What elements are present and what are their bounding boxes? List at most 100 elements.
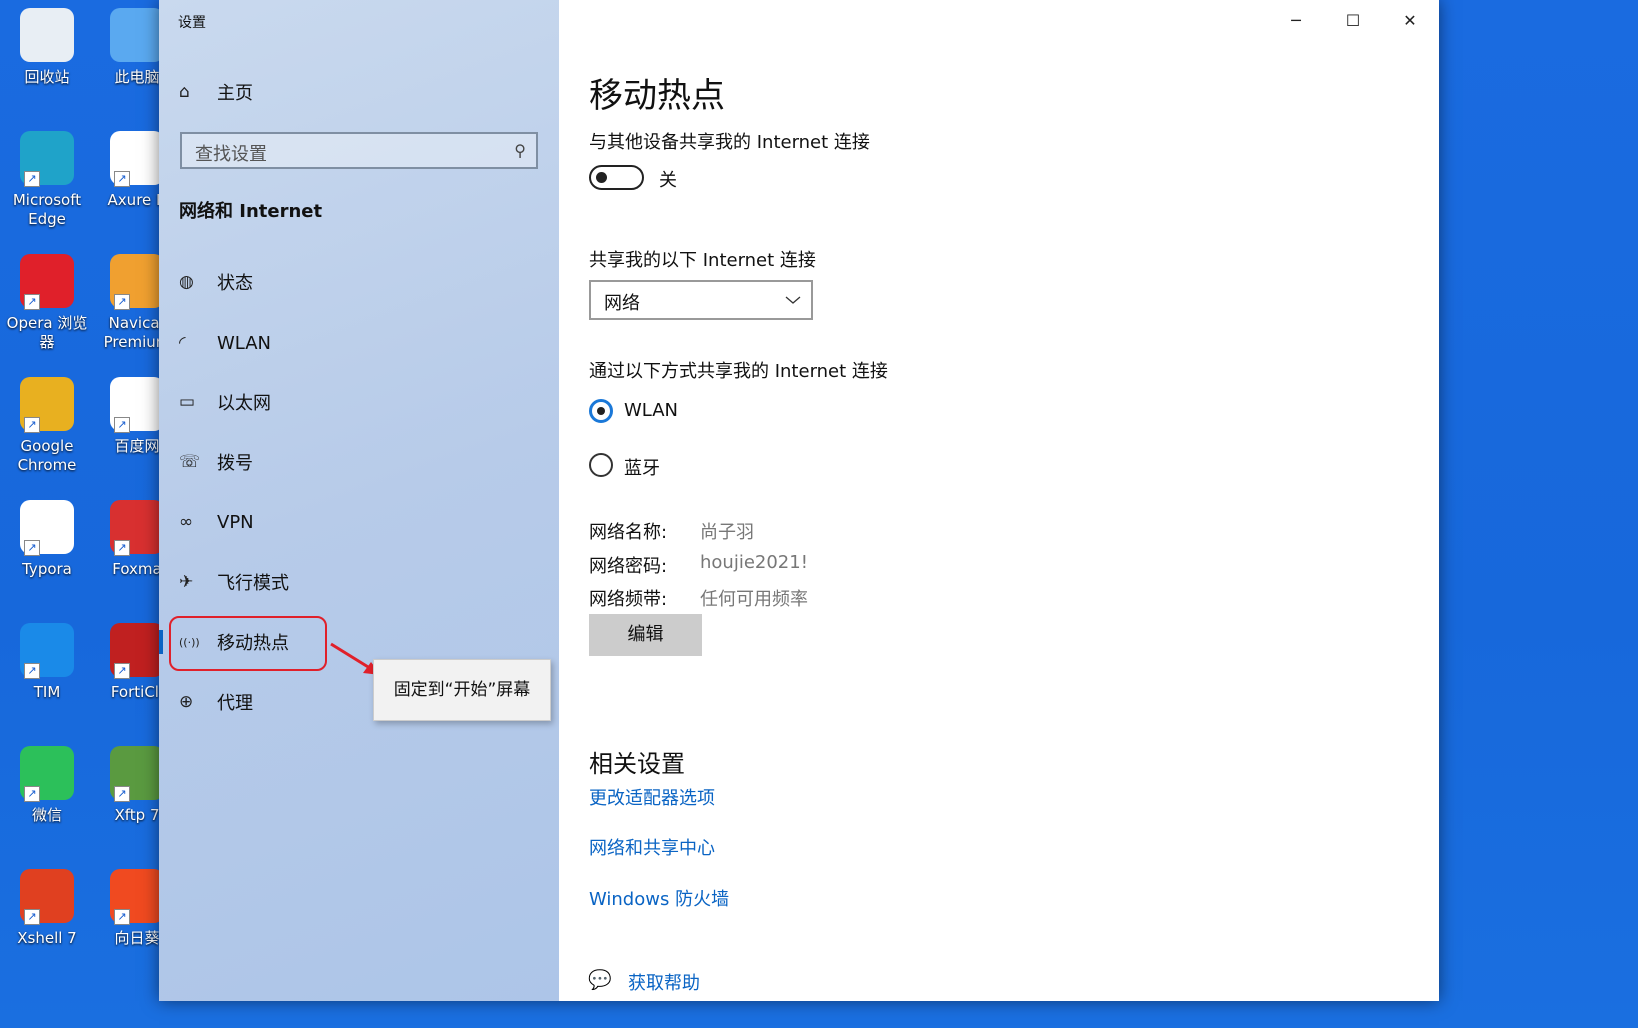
app-icon: ↗ (110, 623, 164, 679)
shortcut-arrow-icon: ↗ (114, 171, 130, 187)
dialup-icon: ☏ (179, 452, 201, 472)
shortcut-arrow-icon: ↗ (24, 417, 40, 433)
sidebar-item-label: 以太网 (217, 393, 271, 414)
edit-button[interactable]: 编辑 (589, 614, 702, 656)
app-icon: ↗ (20, 377, 74, 433)
help-chat-icon: 💬 (588, 969, 612, 991)
shortcut-arrow-icon: ↗ (24, 909, 40, 925)
radio-unchecked-icon[interactable] (589, 453, 613, 477)
sidebar-item[interactable]: ▭ 以太网 (169, 376, 549, 428)
desktop-icon-label: Opera 浏览器 (6, 314, 88, 351)
sidebar-item-label: VPN (217, 511, 254, 533)
desktop-icon[interactable]: 回收站 (2, 8, 92, 87)
desktop-icon[interactable]: ↗ Typora (2, 500, 92, 579)
dropdown-value: 网络 (604, 293, 640, 314)
link-network-sharing-center[interactable]: 网络和共享中心 (589, 834, 715, 860)
sidebar-item[interactable]: ∞ VPN (169, 496, 549, 548)
sidebar-item-label: 拨号 (217, 453, 253, 474)
shortcut-arrow-icon: ↗ (114, 417, 130, 433)
ethernet-icon: ▭ (179, 392, 196, 412)
close-button[interactable]: ✕ (1387, 6, 1433, 36)
shortcut-arrow-icon: ↗ (114, 909, 130, 925)
link-adapter-options[interactable]: 更改适配器选项 (589, 784, 715, 810)
desktop-icon-label: Xshell 7 (17, 929, 77, 947)
page-title: 移动热点 (589, 76, 725, 116)
search-placeholder: 查找设置 (195, 144, 267, 165)
source-dropdown[interactable]: 网络 (589, 280, 813, 320)
wifi-icon: ◜ (179, 333, 186, 353)
desktop-icon[interactable]: ↗ 微信 (2, 746, 92, 825)
related-settings-title: 相关设置 (589, 750, 685, 778)
home-icon: ⌂ (179, 82, 190, 102)
share-toggle[interactable] (589, 165, 644, 190)
toggle-state: 关 (659, 170, 677, 191)
maximize-button[interactable]: ☐ (1330, 6, 1376, 36)
search-input[interactable]: 查找设置 ⚲ (180, 132, 538, 169)
sidebar-item-home[interactable]: ⌂ 主页 (169, 66, 549, 118)
sidebar: 设置 ⌂ 主页 查找设置 ⚲ 网络和 Internet ◍ 状态 ◜ WLAN ▭ 以太网… (159, 0, 559, 1001)
app-icon: ↗ (20, 746, 74, 802)
desktop-icon-label: 回收站 (24, 68, 70, 86)
sidebar-item-label: WLAN (217, 332, 272, 354)
source-label: 共享我的以下 Internet 连接 (589, 250, 816, 271)
desktop-icon[interactable]: ↗ Xshell 7 (2, 869, 92, 948)
desktop-icon[interactable]: ↗ Microsoft Edge (2, 131, 92, 229)
highlight-annotation (169, 616, 327, 671)
pin-to-start-tooltip[interactable]: 固定到“开始”屏幕 (373, 659, 551, 721)
link-windows-firewall[interactable]: Windows 防火墙 (589, 885, 729, 911)
info-label: 网络名称: (589, 522, 668, 543)
radio-label: 蓝牙 (624, 458, 660, 479)
shortcut-arrow-icon: ↗ (24, 663, 40, 679)
app-icon: ↗ (20, 500, 74, 556)
app-icon: ↗ (20, 254, 74, 310)
app-icon (20, 8, 74, 62)
sidebar-item-label: 状态 (217, 273, 253, 294)
shortcut-arrow-icon: ↗ (24, 540, 40, 556)
app-icon: ↗ (110, 254, 164, 310)
main-content: ─ ☐ ✕ 移动热点 与其他设备共享我的 Internet 连接 关 共享我的以… (559, 0, 1439, 1001)
radio-label: WLAN (624, 400, 679, 421)
info-label: 网络频带: (589, 589, 668, 610)
desktop-icon-label: 微信 (31, 806, 62, 824)
radio-checked-icon[interactable] (589, 399, 613, 423)
desktop-icon[interactable]: ↗ Google Chrome (2, 377, 92, 475)
sidebar-item[interactable]: ◍ 状态 (169, 256, 549, 308)
app-icon: ↗ (20, 623, 74, 679)
app-icon (110, 8, 164, 62)
airplane-icon: ✈ (179, 572, 194, 592)
sidebar-item[interactable]: ☏ 拨号 (169, 436, 549, 488)
desktop-icon[interactable]: ↗ TIM (2, 623, 92, 702)
section-title: 网络和 Internet (179, 201, 323, 222)
vpn-icon: ∞ (179, 512, 194, 532)
app-icon: ↗ (110, 377, 164, 433)
app-icon: ↗ (20, 869, 74, 925)
desktop-icon[interactable]: ↗ Opera 浏览器 (2, 254, 92, 352)
app-icon: ↗ (110, 869, 164, 925)
desktop-icon-label: TIM (33, 683, 61, 701)
shortcut-arrow-icon: ↗ (24, 294, 40, 310)
share-label: 与其他设备共享我的 Internet 连接 (589, 132, 870, 153)
app-icon: ↗ (110, 500, 164, 556)
shortcut-arrow-icon: ↗ (114, 663, 130, 679)
sidebar-item[interactable]: ◜ WLAN (169, 317, 549, 369)
sidebar-item[interactable]: ✈ 飞行模式 (169, 556, 549, 608)
desktop-icon-label: Typora (22, 560, 72, 578)
chevron-down-icon (785, 296, 801, 304)
globe-status-icon: ◍ (179, 272, 194, 292)
home-label: 主页 (217, 83, 253, 104)
shortcut-arrow-icon: ↗ (24, 171, 40, 187)
info-label: 网络密码: (589, 555, 668, 577)
info-value: 任何可用频率 (700, 589, 808, 610)
get-help-link[interactable]: 获取帮助 (628, 969, 700, 995)
sidebar-item-label: 飞行模式 (217, 573, 289, 594)
proxy-globe-icon: ⊕ (179, 692, 194, 712)
settings-window: 设置 ⌂ 主页 查找设置 ⚲ 网络和 Internet ◍ 状态 ◜ WLAN ▭ 以太网… (159, 0, 1439, 1001)
minimize-button[interactable]: ─ (1273, 6, 1319, 36)
sidebar-item-label: 代理 (217, 693, 253, 714)
app-icon: ↗ (110, 131, 164, 187)
search-icon[interactable]: ⚲ (514, 141, 526, 160)
info-value: 尚子羽 (700, 522, 754, 543)
app-icon: ↗ (110, 746, 164, 802)
toggle-knob (596, 172, 607, 183)
window-title: 设置 (178, 15, 206, 31)
